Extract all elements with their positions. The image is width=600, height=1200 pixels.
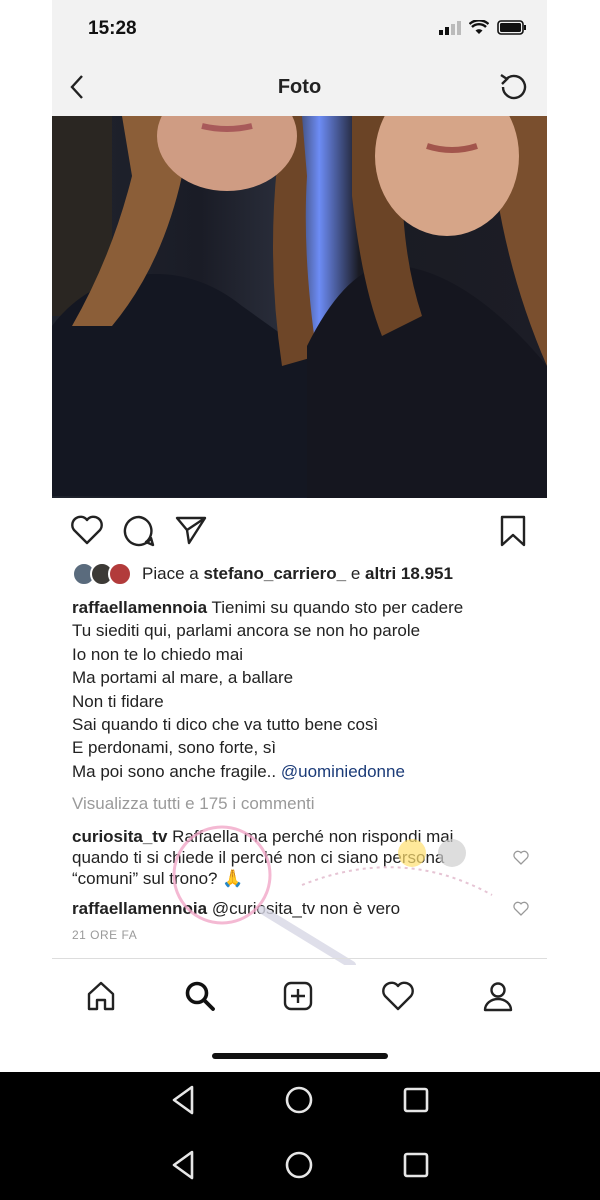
home-icon[interactable] bbox=[85, 980, 117, 1012]
tab-bar-divider bbox=[52, 958, 547, 959]
post-caption: raffaellamennoia Tienimi su quando sto p… bbox=[72, 596, 532, 783]
home-circle-icon[interactable] bbox=[284, 1085, 314, 1115]
caption-line: Non ti fidare bbox=[72, 691, 164, 711]
instagram-screenshot: 15:28 Foto Piace a stefano_carriero_ e a… bbox=[52, 0, 547, 1072]
photo-illustration bbox=[52, 116, 547, 498]
wifi-icon bbox=[469, 20, 489, 34]
caption-line: Sai quando ti dico che va tutto bene cos… bbox=[72, 715, 379, 735]
caption-line: Ma portami al mare, a ballare bbox=[72, 668, 294, 688]
nav-bar: Foto bbox=[52, 60, 547, 116]
back-triangle-icon[interactable] bbox=[170, 1084, 196, 1116]
caption-line: Io non te lo chiedo mai bbox=[72, 644, 244, 664]
caption-line: Tu siediti qui, parlami ancora se non ho… bbox=[72, 621, 421, 641]
post-actions bbox=[52, 510, 547, 552]
home-indicator[interactable] bbox=[212, 1053, 388, 1059]
avatar bbox=[108, 562, 132, 586]
likes-middle: e bbox=[346, 564, 366, 583]
recents-square-icon[interactable] bbox=[402, 1086, 430, 1114]
signal-icon bbox=[439, 20, 461, 35]
comment-like-icon[interactable] bbox=[513, 850, 529, 865]
caption-line: E perdonami, sono forte, sì bbox=[72, 738, 277, 758]
post-photo[interactable] bbox=[52, 116, 547, 498]
battery-icon bbox=[497, 20, 526, 35]
caption-username[interactable]: raffaellamennoia bbox=[72, 598, 207, 617]
comment-username[interactable]: raffaellamennoia bbox=[72, 899, 207, 918]
status-bar: 15:28 bbox=[52, 0, 547, 60]
status-time: 15:28 bbox=[88, 18, 137, 39]
android-nav-bar-secondary bbox=[0, 1149, 600, 1181]
likes-others-link[interactable]: altri 18.951 bbox=[365, 564, 453, 584]
likes-prefix: Piace a bbox=[142, 564, 204, 583]
likes-summary: Piace a stefano_carriero_ e altri 18.951 bbox=[72, 562, 453, 586]
comment-item: curiosita_tv Raffaella ma perché non ris… bbox=[72, 826, 502, 889]
post-timestamp: 21 ORE FA bbox=[72, 928, 138, 942]
caption-line: Tienimi su quando sto per cadere bbox=[211, 598, 464, 617]
comment-text: @curiosita_tv non è vero bbox=[211, 899, 401, 918]
recents-square-icon[interactable] bbox=[402, 1151, 430, 1179]
comment-username[interactable]: curiosita_tv bbox=[72, 827, 167, 846]
new-post-icon[interactable] bbox=[282, 980, 314, 1012]
activity-heart-icon[interactable] bbox=[381, 980, 415, 1012]
bookmark-icon[interactable] bbox=[499, 514, 527, 548]
screen: 15:28 Foto Piace a stefano_carriero_ e a… bbox=[0, 0, 600, 1072]
android-nav-bar bbox=[0, 1084, 600, 1116]
comment-like-icon[interactable] bbox=[513, 901, 529, 916]
profile-icon[interactable] bbox=[482, 980, 514, 1012]
back-triangle-icon[interactable] bbox=[170, 1149, 196, 1181]
caption-mention-link[interactable]: @uominiedonne bbox=[281, 762, 405, 781]
share-icon[interactable] bbox=[174, 514, 208, 546]
comment-icon[interactable] bbox=[122, 514, 156, 548]
comment-item: raffaellamennoia @curiosita_tv non è ver… bbox=[72, 898, 502, 919]
heart-icon[interactable] bbox=[70, 514, 104, 546]
tab-bar bbox=[52, 968, 547, 1024]
home-circle-icon[interactable] bbox=[284, 1150, 314, 1180]
caption-line: Ma poi sono anche fragile.. bbox=[72, 761, 277, 781]
view-all-comments-link[interactable]: Visualizza tutti e 175 i commenti bbox=[72, 794, 315, 814]
search-icon[interactable] bbox=[184, 980, 216, 1012]
likes-user-link[interactable]: stefano_carriero_ bbox=[203, 564, 346, 584]
page-title: Foto bbox=[277, 76, 322, 98]
refresh-icon[interactable] bbox=[497, 70, 531, 104]
